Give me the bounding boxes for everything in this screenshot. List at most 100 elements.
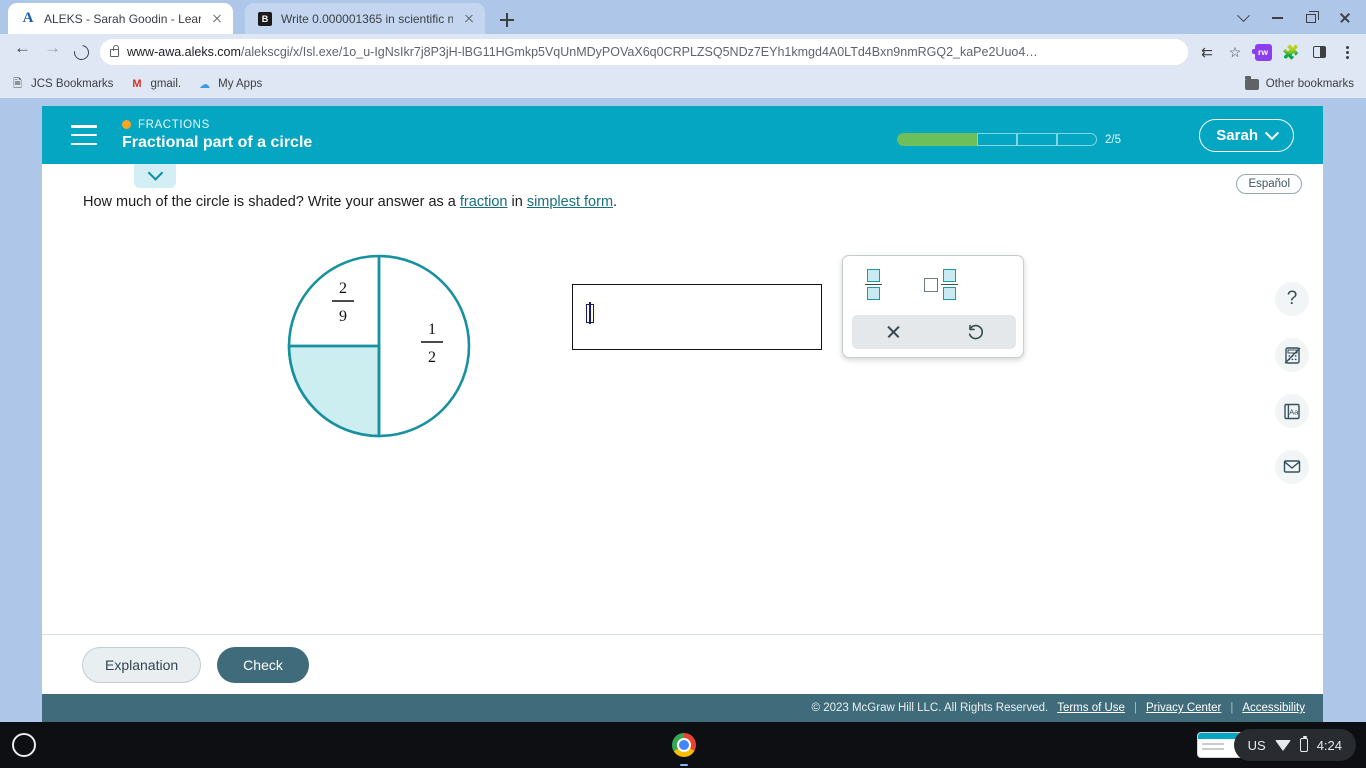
page-footer: © 2023 McGraw Hill LLC. All Rights Reser… (42, 694, 1323, 722)
check-button[interactable]: Check (217, 646, 309, 683)
maximize-icon[interactable] (1294, 4, 1328, 32)
url-text: www-awa.aleks.com/alekscgi/x/Isl.exe/1o_… (127, 45, 1038, 59)
address-bar[interactable]: www-awa.aleks.com/alekscgi/x/Isl.exe/1o_… (100, 39, 1188, 65)
question-part-2: in (507, 194, 527, 210)
hamburger-menu-icon[interactable] (71, 125, 97, 145)
browser-tab-brainly[interactable]: B Write 0.000001365 in scientific n (245, 3, 485, 34)
readwrite-extension-icon[interactable]: rw (1250, 39, 1276, 65)
close-icon[interactable] (461, 11, 477, 27)
chrome-menu-icon[interactable] (1334, 39, 1360, 65)
wifi-icon (1274, 739, 1291, 751)
keypad-buttons-row (843, 256, 1023, 313)
progress-segment (1017, 133, 1057, 146)
progress-segment (1057, 133, 1097, 146)
dictionary-icon[interactable]: Aa (1275, 394, 1309, 428)
extensions-puzzle-icon[interactable]: 🧩 (1278, 39, 1304, 65)
mixed-number-button[interactable] (924, 269, 958, 300)
denominator: 9 (339, 308, 347, 325)
brainly-favicon: B (257, 11, 273, 27)
window-controls (1226, 4, 1362, 32)
launcher-icon[interactable] (12, 733, 36, 757)
keypad-actions (852, 315, 1016, 349)
bookmark-star-icon[interactable]: ☆ (1222, 39, 1248, 65)
fraction-icon (941, 269, 958, 300)
bookmark-label: My Apps (218, 78, 263, 90)
numerator: 2 (339, 280, 347, 297)
svg-text:Aa: Aa (1289, 407, 1299, 416)
undo-button[interactable] (934, 315, 1016, 349)
page-title: Fractional part of a circle (122, 133, 313, 151)
answer-input[interactable] (572, 284, 822, 350)
back-button[interactable] (6, 37, 36, 67)
bookmarks-bar: 🗎 JCS Bookmarks M gmail. ☁ My Apps Other… (0, 70, 1366, 98)
message-icon[interactable] (1275, 450, 1309, 484)
math-placeholder-box[interactable] (584, 302, 596, 324)
chromeos-shelf: US 4:24 (0, 722, 1366, 768)
other-bookmarks-label: Other bookmarks (1265, 78, 1354, 90)
minimize-icon[interactable] (1260, 4, 1294, 32)
help-rail: ? Aa (1275, 282, 1309, 484)
accessibility-link[interactable]: Accessibility (1242, 702, 1305, 714)
math-keypad (842, 255, 1024, 358)
aleks-favicon: A (22, 10, 34, 26)
screen: A ALEKS - Sarah Goodin - Learn B Write 0… (0, 0, 1366, 768)
gmail-icon: M (132, 78, 142, 90)
side-panel-icon[interactable] (1306, 39, 1332, 65)
clock-label: 4:24 (1316, 737, 1342, 753)
calculator-disabled-icon[interactable] (1275, 338, 1309, 372)
close-icon[interactable] (209, 11, 225, 27)
undo-icon (968, 324, 983, 339)
system-tray[interactable]: US 4:24 (1233, 729, 1356, 761)
aleks-page: FRACTIONS Fractional part of a circle 2/… (42, 106, 1323, 722)
question-text: How much of the circle is shaded? Write … (83, 194, 617, 210)
bookmark-myapps[interactable]: ☁ My Apps (197, 77, 262, 92)
fraction-button[interactable] (865, 269, 882, 300)
breadcrumb: FRACTIONS (122, 119, 312, 131)
share-icon[interactable]: ⇇ (1194, 39, 1220, 65)
browser-toolbar: www-awa.aleks.com/alekscgi/x/Isl.exe/1o_… (0, 34, 1366, 70)
tab-strip: A ALEKS - Sarah Goodin - Learn B Write 0… (0, 0, 1366, 34)
progress-segments (897, 133, 1097, 146)
chrome-icon[interactable] (672, 733, 696, 757)
header-titles: FRACTIONS Fractional part of a circle (122, 119, 312, 152)
bookmark-gmail[interactable]: M gmail. (129, 77, 181, 92)
action-bar: Explanation Check (42, 634, 1323, 694)
user-menu-button[interactable]: Sarah (1199, 119, 1294, 152)
progress-segment (977, 133, 1017, 146)
fractional-circle-svg: 2 9 1 2 (287, 254, 471, 438)
lock-icon (110, 45, 119, 57)
simplest-form-link[interactable]: simplest form (527, 194, 613, 210)
browser-tab-aleks[interactable]: A ALEKS - Sarah Goodin - Learn (8, 3, 233, 34)
explanation-button[interactable]: Explanation (82, 646, 202, 683)
tab-search-icon[interactable] (1226, 4, 1260, 32)
chevron-down-icon (1264, 125, 1280, 140)
question-part-3: . (613, 194, 618, 210)
breadcrumb-label: FRACTIONS (138, 118, 210, 131)
terms-of-use-link[interactable]: Terms of Use (1057, 702, 1125, 714)
reload-button[interactable] (66, 37, 96, 67)
chevron-down-icon (147, 164, 163, 181)
progress-count: 2/5 (1105, 133, 1121, 146)
battery-icon (1299, 735, 1308, 752)
bookmark-label: JCS Bookmarks (31, 78, 114, 90)
progress-tracker: 2/5 (897, 133, 1121, 146)
new-tab-button[interactable] (496, 9, 518, 31)
clear-button[interactable] (852, 315, 934, 349)
other-bookmarks-button[interactable]: Other bookmarks (1244, 75, 1354, 90)
espanol-button[interactable]: Español (1236, 174, 1302, 194)
topic-dot-icon (122, 120, 131, 129)
aleks-header: FRACTIONS Fractional part of a circle 2/… (42, 106, 1323, 164)
bookmark-label: gmail. (150, 78, 182, 90)
close-icon[interactable] (1328, 4, 1362, 32)
folder-icon (1244, 75, 1259, 90)
bookmark-jcs[interactable]: 🗎 JCS Bookmarks (10, 77, 113, 92)
close-x-icon (886, 325, 901, 340)
forward-button[interactable] (36, 37, 66, 67)
toolbar-icons: ⇇ ☆ rw 🧩 (1194, 39, 1360, 65)
help-icon[interactable]: ? (1275, 282, 1309, 316)
fraction-link[interactable]: fraction (460, 194, 508, 210)
collapse-header-button[interactable] (134, 164, 176, 188)
user-name: Sarah (1216, 127, 1258, 144)
active-app-indicator (680, 763, 688, 766)
privacy-center-link[interactable]: Privacy Center (1146, 702, 1221, 714)
